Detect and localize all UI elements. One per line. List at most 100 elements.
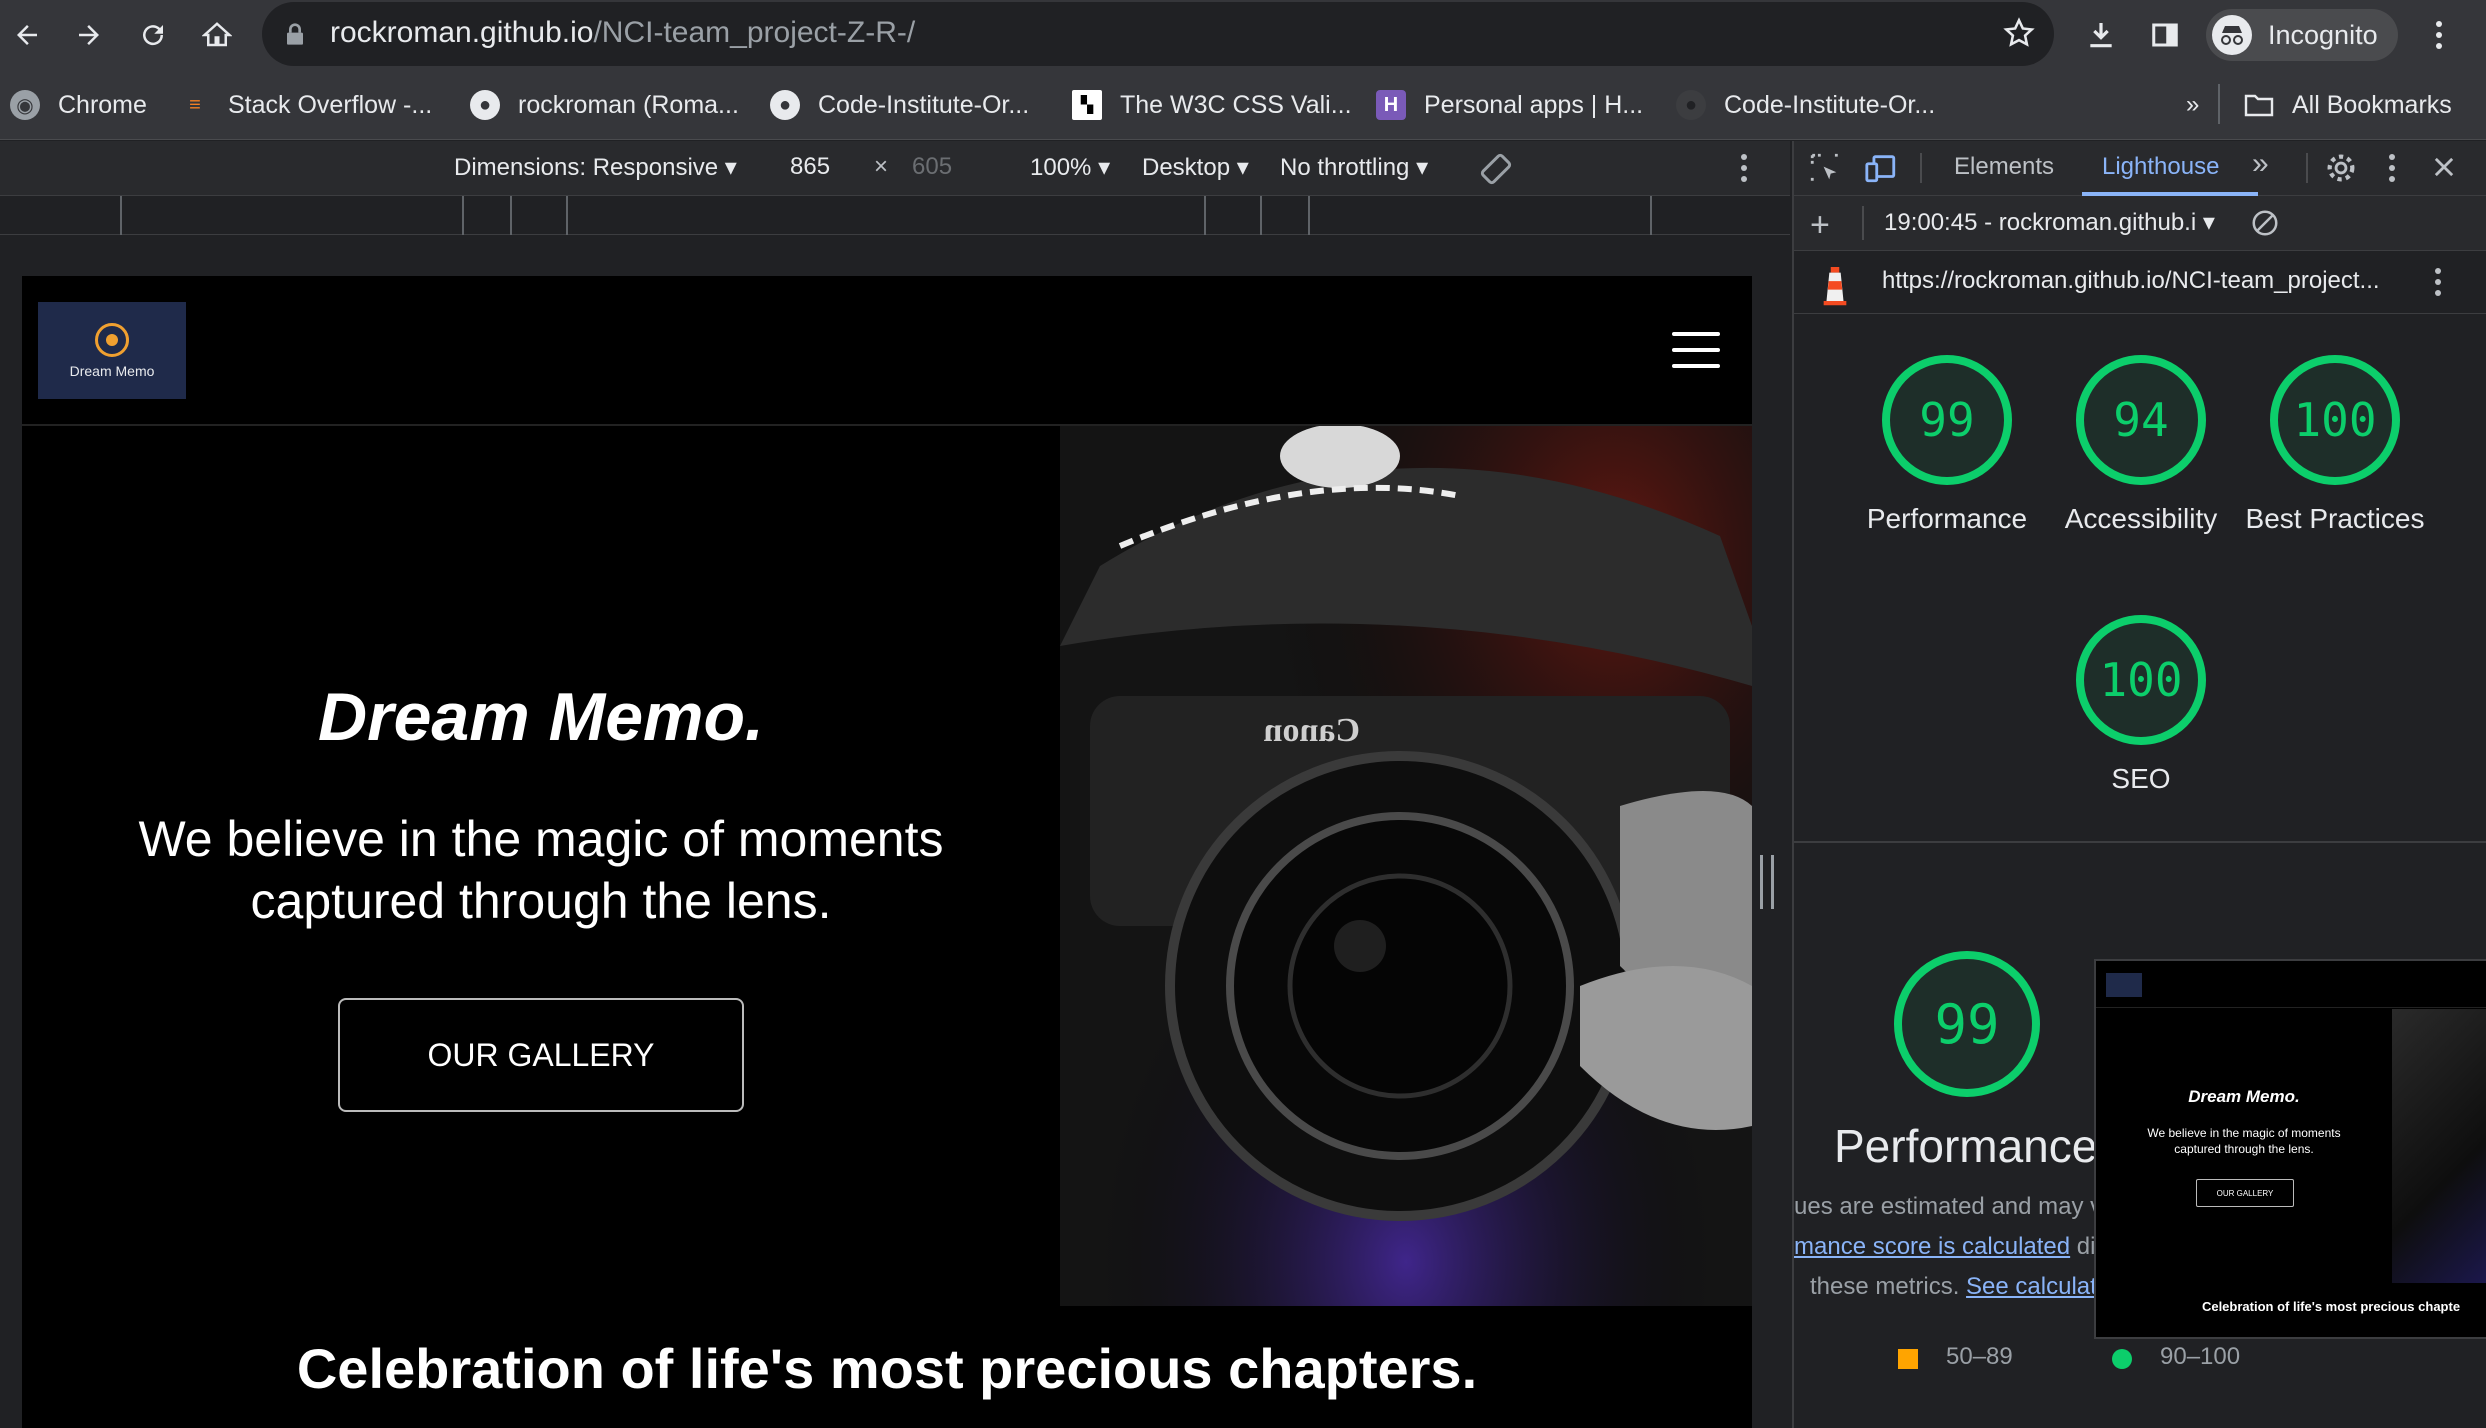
ruler-tick (1260, 196, 1262, 235)
bookmark-star-icon[interactable] (2002, 16, 2036, 55)
github-icon: ● (470, 90, 500, 120)
report-url[interactable]: https://rockroman.github.io/NCI-team_pro… (1882, 267, 2380, 295)
bookmark-item[interactable]: H Personal apps | H... (1376, 86, 1643, 124)
ruler-tick (1650, 196, 1652, 235)
performance-heading: Performance (1834, 1120, 2098, 1172)
clear-reports-icon[interactable] (2250, 208, 2280, 243)
url-text[interactable]: rockroman.github.io/NCI-team_project-Z-R… (330, 16, 915, 50)
device-toggle-icon[interactable] (1864, 151, 1898, 190)
incognito-profile-button[interactable]: Incognito (2206, 9, 2398, 61)
viewport-height-input[interactable]: 605 (912, 153, 952, 181)
legend-mid-range: 50–89 (1946, 1343, 2013, 1370)
score-calculated-link[interactable]: mance score is calculated (1794, 1233, 2070, 1260)
bookmark-item[interactable]: ● rockroman (Roma... (470, 86, 739, 124)
bookmarks-bar: ◉ Chrome ≡ Stack Overflow -... ● rockrom… (0, 70, 2486, 140)
device-type-dropdown[interactable]: Desktop ▾ (1142, 153, 1249, 182)
lock-icon[interactable] (284, 22, 306, 51)
hamburger-menu-icon[interactable] (1672, 332, 1720, 368)
emulated-page: Dream Memo Canon Dream Memo. We believe (22, 276, 1752, 1428)
performance-detail-gauge: 99 (1894, 951, 2040, 1097)
thumb-cta: OUR GALLERY (2196, 1179, 2294, 1207)
media-query-ruler (0, 196, 1790, 235)
side-panel-icon[interactable] (2142, 12, 2188, 58)
divider (1920, 153, 1922, 183)
new-report-icon[interactable]: + (1810, 206, 1830, 245)
hero-title: Dream Memo. (318, 679, 764, 755)
close-icon[interactable] (2430, 153, 2458, 186)
rotate-icon[interactable] (1478, 151, 1514, 192)
our-gallery-button[interactable]: OUR GALLERY (338, 998, 744, 1112)
tab-elements[interactable]: Elements (1954, 153, 2054, 181)
report-menu-icon[interactable] (2434, 267, 2442, 302)
accessibility-label: Accessibility (2064, 503, 2218, 534)
address-bar[interactable]: rockroman.github.io/NCI-team_project-Z-R… (262, 2, 2054, 66)
caret-down-icon: ▾ (1416, 154, 1429, 181)
section-divider (1794, 841, 2486, 843)
w3c-icon: ▚ (1072, 90, 1102, 120)
bookmark-item[interactable]: ≡ Stack Overflow -... (180, 86, 432, 124)
ruler-tick (510, 196, 512, 235)
heroku-icon: H (1376, 90, 1406, 120)
throttling-dropdown[interactable]: No throttling ▾ (1280, 153, 1428, 182)
thumb-subtitle: We believe in the magic of moments captu… (2147, 1126, 2341, 1156)
device-toolbar: Dimensions: Responsive ▾ 865 × 605 100% … (0, 141, 1790, 196)
bookmark-item[interactable]: ▚ The W3C CSS Vali... (1072, 86, 1352, 124)
settings-gear-icon[interactable] (2324, 151, 2358, 190)
bookmark-label: Code-Institute-Or... (1724, 90, 1936, 119)
devtools-panel: Elements Lighthouse » + 19:00:45 - rockr… (1792, 141, 2486, 1428)
devtools-resize-handle[interactable] (1760, 855, 1774, 909)
thumb-logo (2106, 973, 2142, 997)
bookmark-item[interactable]: ◉ Chrome (10, 86, 147, 124)
browser-toolbar: rockroman.github.io/NCI-team_project-Z-R… (0, 0, 2486, 70)
bookmark-item[interactable]: ● Code-Institute-Or... (770, 86, 1029, 124)
aperture-icon (95, 322, 129, 357)
bookmark-label: rockroman (Roma... (518, 90, 739, 119)
caret-down-icon: ▾ (1236, 154, 1249, 181)
viewport-width-input[interactable]: 865 (790, 153, 830, 181)
report-select[interactable]: 19:00:45 - rockroman.github.i ▾ (1884, 208, 2215, 237)
device-toolbar-more-icon[interactable] (1740, 153, 1748, 188)
times-sign: × (874, 153, 889, 180)
thumb-section-title: Celebration of life's most precious chap… (2201, 1299, 2461, 1314)
ruler-tick (1204, 196, 1206, 235)
site-logo[interactable]: Dream Memo (38, 302, 186, 399)
accessibility-score-gauge[interactable]: 94 (2076, 355, 2206, 485)
logo-text: Dream Memo (69, 362, 155, 379)
hero-subtitle: We believe in the magic of moments captu… (138, 811, 944, 929)
see-calculator-link[interactable]: See calculat (1966, 1273, 2097, 1300)
ruler-tick (462, 196, 464, 235)
reload-icon[interactable] (130, 12, 176, 58)
github-icon: ● (1676, 90, 1706, 120)
inspect-element-icon[interactable] (1808, 151, 1842, 190)
chrome-menu-icon[interactable] (2416, 12, 2462, 58)
back-icon[interactable] (4, 12, 50, 58)
divider (2218, 84, 2220, 124)
bookmarks-overflow-button[interactable]: » (2186, 86, 2199, 124)
tab-lighthouse[interactable]: Lighthouse (2102, 153, 2219, 181)
dimensions-dropdown[interactable]: Dimensions: Responsive ▾ (454, 153, 737, 182)
report-url-bar: https://rockroman.github.io/NCI-team_pro… (1794, 251, 2486, 314)
bookmark-item[interactable]: ● Code-Institute-Or... (1676, 86, 1935, 124)
all-bookmarks-button[interactable]: All Bookmarks (2244, 86, 2452, 124)
home-icon[interactable] (194, 12, 240, 58)
incognito-icon (2212, 15, 2252, 55)
seo-label: SEO (2111, 763, 2171, 794)
more-tabs-icon[interactable]: » (2252, 147, 2269, 181)
caret-down-icon: ▾ (2202, 209, 2215, 236)
devtools-more-icon[interactable] (2388, 153, 2396, 188)
performance-note-text: di (2070, 1233, 2096, 1260)
section-title: Celebration of life's most precious chap… (296, 1337, 1478, 1400)
ruler-tick (120, 196, 122, 235)
bookmark-label: Personal apps | H... (1424, 90, 1644, 119)
url-path: /NCI-team_project-Z-R-/ (593, 16, 916, 49)
stackoverflow-icon: ≡ (189, 93, 201, 116)
best-practices-score-gauge[interactable]: 100 (2270, 355, 2400, 485)
seo-score-gauge[interactable]: 100 (2076, 615, 2206, 745)
forward-icon[interactable] (66, 12, 112, 58)
zoom-dropdown[interactable]: 100% ▾ (1030, 153, 1110, 182)
orange-square-icon (1898, 1349, 1918, 1369)
page-screenshot-thumbnail[interactable]: Dream Memo. We believe in the magic of m… (2094, 959, 2486, 1339)
performance-score-gauge[interactable]: 99 (1882, 355, 2012, 485)
devtools-tabbar: Elements Lighthouse » (1794, 141, 2486, 196)
download-icon[interactable] (2078, 12, 2124, 58)
